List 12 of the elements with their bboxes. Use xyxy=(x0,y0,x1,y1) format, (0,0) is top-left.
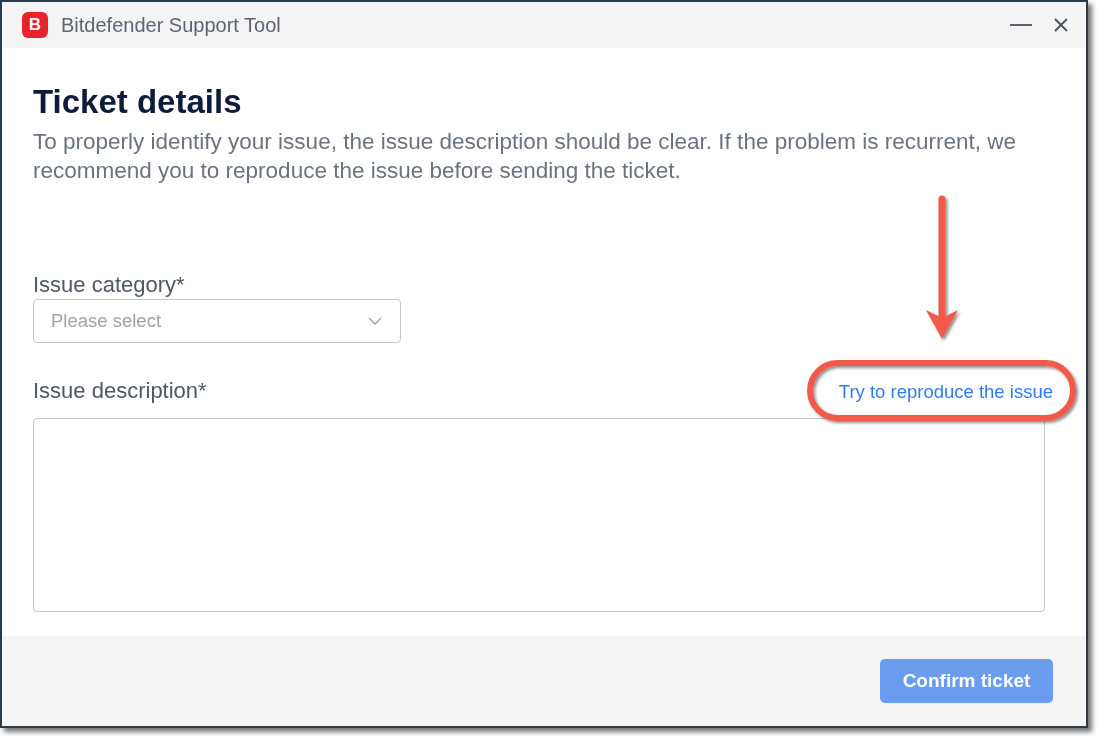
reproduce-link[interactable]: Try to reproduce the issue xyxy=(838,381,1053,403)
close-icon xyxy=(1054,18,1068,32)
app-logo: B xyxy=(22,12,48,38)
description-text: To properly identify your issue, the issue description should be clear. If the problem is recurrent, we recommend you to reproduce the issue before sending the ticket. xyxy=(33,128,1017,185)
window-title: Bitdefender Support Tool xyxy=(61,13,281,37)
chevron-down-icon xyxy=(368,317,382,325)
minimize-icon xyxy=(1010,24,1032,26)
field-label: Issue description* xyxy=(33,379,207,403)
page-heading: Ticket details xyxy=(33,82,242,122)
category-dropdown[interactable]: Please select xyxy=(33,299,401,343)
description-field[interactable] xyxy=(33,418,1045,612)
field-label: Issue category* xyxy=(33,273,185,297)
